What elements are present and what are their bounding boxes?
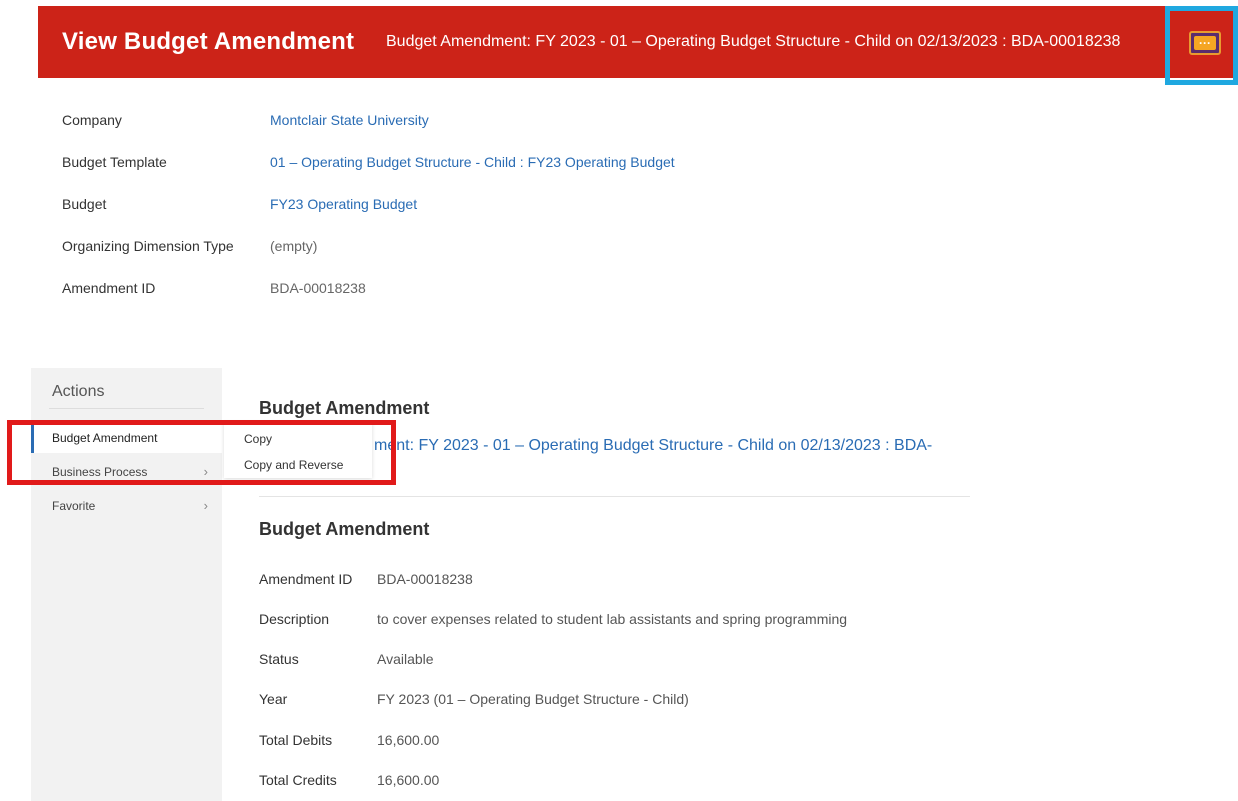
detail-label: Total Credits [259, 772, 337, 788]
section-title: Budget Amendment [259, 519, 430, 539]
action-item-label: Favorite [52, 499, 96, 513]
submenu-highlight [7, 420, 396, 485]
section-title: Budget Amendment [259, 398, 430, 418]
detail-value: BDA-00018238 [377, 571, 473, 587]
divider [49, 408, 204, 409]
field-label: Budget Template [62, 154, 167, 170]
detail-value: to cover expenses related to student lab… [377, 611, 848, 627]
field-value: BDA-00018238 [270, 280, 366, 296]
chevron-right-icon: › [203, 498, 208, 513]
page-title: View Budget Amendment [62, 28, 355, 55]
page-header: View Budget Amendment Budget Amendment: … [38, 6, 1238, 78]
related-actions-button[interactable]: ··· [1189, 31, 1221, 55]
more-actions-icon: ··· [1194, 36, 1216, 50]
field-label: Budget [62, 196, 107, 212]
page-subtitle: Budget Amendment: FY 2023 - 01 – Operati… [386, 33, 1121, 50]
detail-label: Amendment ID [259, 571, 353, 587]
detail-value: 16,600.00 [377, 732, 440, 748]
budget-amendment-link[interactable]: ment: FY 2023 - 01 – Operating Budget St… [374, 437, 932, 455]
detail-value: Available [377, 651, 434, 667]
field-value: (empty) [270, 238, 318, 254]
detail-label: Status [259, 651, 299, 667]
field-label: Company [62, 112, 122, 128]
field-label: Organizing Dimension Type [62, 238, 234, 254]
detail-label: Description [259, 611, 330, 627]
detail-label: Year [259, 691, 288, 707]
company-link[interactable]: Montclair State University [270, 112, 429, 128]
budget-link[interactable]: FY23 Operating Budget [270, 196, 417, 212]
action-item-favorite[interactable]: Favorite › [31, 491, 222, 521]
detail-label: Total Debits [259, 732, 333, 748]
field-label: Amendment ID [62, 280, 156, 296]
year-link[interactable]: FY 2023 (01 – Operating Budget Structure… [377, 691, 689, 707]
actions-title: Actions [52, 383, 105, 400]
detail-value: 16,600.00 [377, 772, 440, 788]
budget-template-link[interactable]: 01 – Operating Budget Structure - Child … [270, 154, 675, 170]
divider [259, 496, 970, 497]
